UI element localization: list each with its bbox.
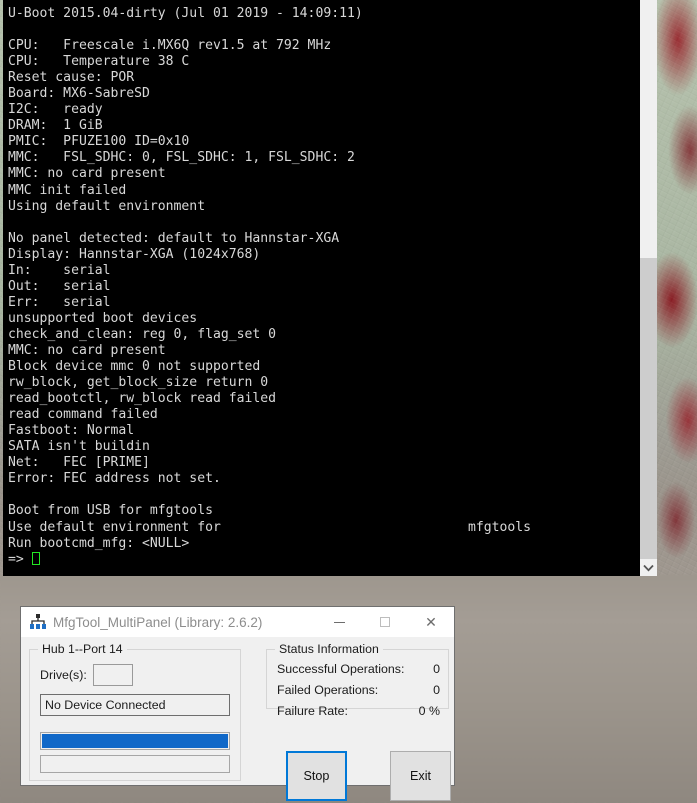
status-row-label: Failure Rate: (277, 704, 348, 718)
status-row-value: 0 (433, 683, 440, 697)
terminal-line: Error: FEC address not set. (8, 471, 221, 487)
terminal-line: rw_block, get_block_size return 0 (8, 375, 269, 391)
terminal-window[interactable]: U-Boot 2015.04-dirty (Jul 01 2019 - 14:0… (3, 0, 657, 576)
terminal-cursor (31, 551, 40, 565)
terminal-line: Reset cause: POR (8, 70, 135, 86)
terminal-scrollbar[interactable] (640, 0, 657, 576)
terminal-line: read_bootctl, rw_block read failed (8, 391, 277, 407)
terminal-line: Net: FEC [PRIME] (8, 455, 150, 471)
status-row-label: Successful Operations: (277, 662, 405, 676)
maximize-button[interactable] (362, 607, 408, 637)
scroll-down-arrow-icon[interactable] (640, 559, 657, 576)
dialog-title-text: MfgTool_MultiPanel (Library: 2.6.2) (53, 614, 263, 630)
terminal-line: SATA isn't buildin (8, 439, 150, 455)
terminal-line: Using default environment (8, 198, 206, 214)
hub-port-label: Hub 1--Port 14 (38, 642, 127, 656)
terminal-line: CPU: Temperature 38 C (8, 54, 190, 70)
terminal-line: In: serial (8, 262, 111, 278)
status-information-groupbox: Status Information Successful Operations… (266, 642, 449, 718)
drives-label: Drive(s): (40, 668, 87, 682)
status-row: Failed Operations: 0 (277, 683, 440, 697)
close-icon: ✕ (425, 614, 437, 630)
dialog-body: Hub 1--Port 14 Drive(s): No Device Conne… (21, 637, 454, 801)
terminal-line: read command failed (8, 407, 158, 423)
drives-value-field[interactable] (92, 664, 133, 686)
terminal-line: Block device mmc 0 not supported (8, 359, 261, 375)
terminal-line: Boot from USB for mfgtools (8, 503, 213, 519)
status-row-label: Failed Operations: (277, 683, 379, 697)
maximize-icon (380, 617, 390, 627)
terminal-line: U-Boot 2015.04-dirty (Jul 01 2019 - 14:0… (8, 6, 363, 21)
terminal-prompt-symbol: => (8, 551, 24, 567)
dialog-title-bar[interactable]: MfgTool_MultiPanel (Library: 2.6.2) ✕ (21, 607, 454, 637)
status-row-value: 0 % (418, 704, 440, 718)
status-information-label: Status Information (275, 642, 383, 656)
status-row: Successful Operations: 0 (277, 662, 440, 676)
terminal-line: Fastboot: Normal (8, 423, 135, 439)
terminal-line: Out: serial (8, 278, 111, 294)
drives-row: Drive(s): (40, 664, 133, 686)
terminal-line: unsupported boot devices (8, 310, 198, 326)
terminal-line: Display: Hannstar-XGA (1024x768) (8, 246, 261, 262)
terminal-output: U-Boot 2015.04-dirty (Jul 01 2019 - 14:0… (8, 6, 635, 568)
minimize-button[interactable] (316, 607, 362, 637)
close-button[interactable]: ✕ (408, 607, 454, 637)
usb-hub-icon (29, 613, 47, 631)
terminal-line: I2C: ready (8, 102, 103, 118)
terminal-line: MMC: no card present (8, 166, 166, 182)
terminal-line: Run bootcmd_mfg: <NULL> (8, 535, 190, 551)
minimize-icon (333, 621, 345, 623)
terminal-line: CPU: Freescale i.MX6Q rev1.5 at 792 MHz (8, 38, 332, 54)
primary-progress-bar (40, 732, 230, 750)
terminal-line: No panel detected: default to Hannstar-X… (8, 230, 340, 246)
terminal-line: PMIC: PFUZE100 ID=0x10 (8, 134, 190, 150)
terminal-line: Use default environment for mfgtools (8, 519, 532, 535)
terminal-prompt-line[interactable]: => (8, 551, 635, 568)
status-row: Failure Rate: 0 % (277, 704, 440, 718)
terminal-line: Err: serial (8, 294, 111, 310)
hub-port-groupbox: Hub 1--Port 14 Drive(s): No Device Conne… (29, 642, 241, 781)
terminal-line: DRAM: 1 GiB (8, 118, 103, 134)
terminal-line: check_and_clean: reg 0, flag_set 0 (8, 326, 277, 342)
stop-button[interactable]: Stop (286, 751, 347, 801)
terminal-line: Board: MX6-SabreSD (8, 86, 150, 102)
device-status-field: No Device Connected (40, 694, 230, 716)
terminal-line: MMC: no card present (8, 342, 166, 358)
secondary-progress-bar (40, 755, 230, 773)
primary-progress-fill (42, 734, 228, 748)
terminal-line: MMC: FSL_SDHC: 0, FSL_SDHC: 1, FSL_SDHC:… (8, 150, 355, 166)
exit-button[interactable]: Exit (390, 751, 451, 801)
terminal-right-column-text: mfgtools (468, 519, 532, 535)
status-row-value: 0 (433, 662, 440, 676)
scrollbar-thumb[interactable] (640, 258, 657, 559)
terminal-line: MMC init failed (8, 182, 127, 198)
mfgtool-dialog[interactable]: MfgTool_MultiPanel (Library: 2.6.2) ✕ Hu… (20, 606, 455, 801)
